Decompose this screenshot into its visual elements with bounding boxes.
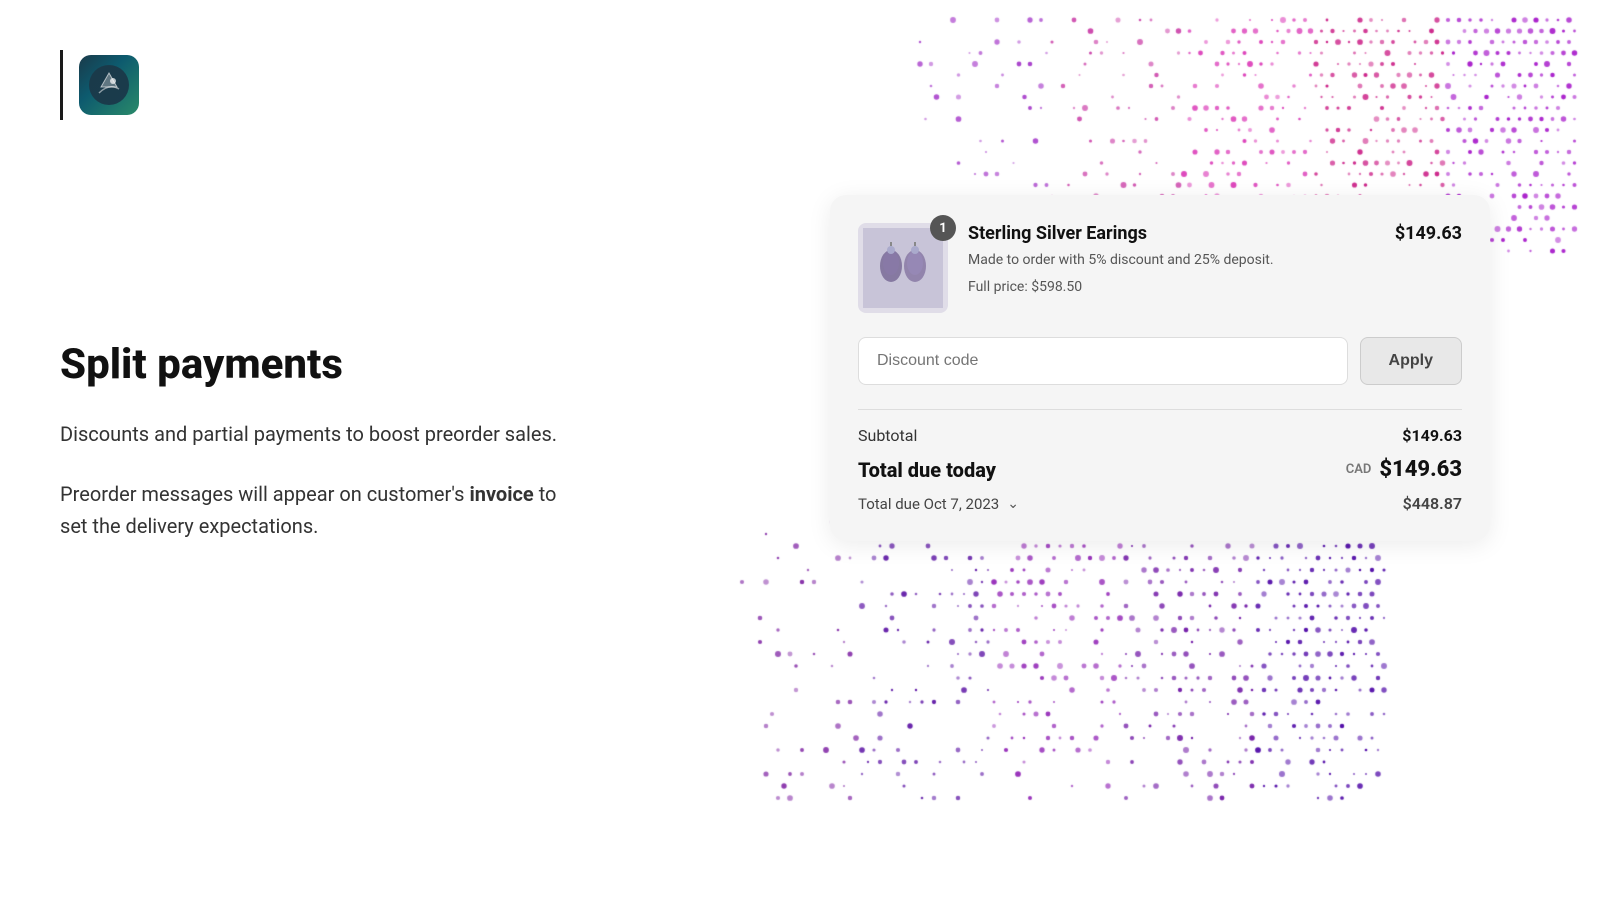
paragraph-2: Preorder messages will appear on custome…: [60, 478, 580, 542]
discount-row: Apply: [858, 337, 1462, 385]
logo-section: [60, 50, 580, 120]
vertical-divider: [60, 50, 63, 120]
total-oct-row: Total due Oct 7, 2023 ⌄ $448.87: [858, 494, 1462, 513]
total-today-value: $149.63: [1379, 457, 1462, 482]
page-heading: Split payments: [60, 340, 580, 390]
currency-badge: CAD: [1346, 462, 1372, 477]
paragraph-1: Discounts and partial payments to boost …: [60, 418, 580, 450]
app-logo: [79, 55, 139, 115]
subtotal-label: Subtotal: [858, 426, 917, 445]
decorative-dots-bottom: [700, 500, 1400, 820]
product-full-price: Full price: $598.50: [968, 279, 1375, 295]
discount-code-input[interactable]: [858, 337, 1348, 385]
product-quantity-badge: 1: [930, 215, 956, 241]
left-panel: Split payments Discounts and partial pay…: [60, 50, 580, 570]
product-row: 1 Sterling Silver Earings Made to order …: [858, 223, 1462, 313]
subtotal-value: $149.63: [1402, 426, 1462, 445]
product-info: Sterling Silver Earings Made to order wi…: [968, 223, 1375, 295]
total-today-label: Total due today: [858, 458, 996, 482]
payment-card: 1 Sterling Silver Earings Made to order …: [830, 195, 1490, 541]
product-name: Sterling Silver Earings: [968, 223, 1375, 244]
total-today-value-wrap: CAD $149.63: [1346, 457, 1462, 482]
total-today-row: Total due today CAD $149.63: [858, 457, 1462, 482]
total-oct-value: $448.87: [1403, 494, 1462, 513]
product-image-wrap: 1: [858, 223, 948, 313]
product-description: Made to order with 5% discount and 25% d…: [968, 250, 1375, 271]
subtotal-row: Subtotal $149.63: [858, 426, 1462, 445]
total-oct-label[interactable]: Total due Oct 7, 2023 ⌄: [858, 495, 1019, 513]
chevron-down-icon: ⌄: [1007, 496, 1019, 512]
product-price: $149.63: [1395, 223, 1462, 244]
apply-discount-button[interactable]: Apply: [1360, 337, 1462, 385]
divider: [858, 409, 1462, 410]
